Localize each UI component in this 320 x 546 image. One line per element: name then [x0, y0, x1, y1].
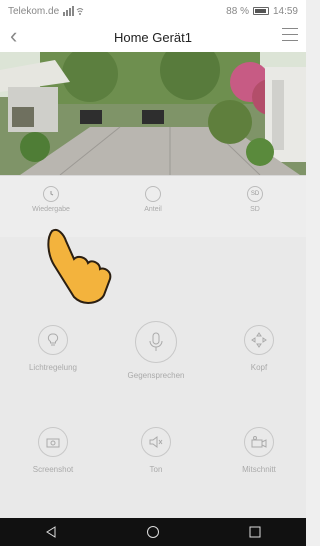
playback-clock-icon: [43, 186, 59, 202]
back-button[interactable]: ‹: [10, 25, 17, 47]
system-home-button[interactable]: [138, 522, 168, 542]
back-chevron-icon: ‹: [10, 23, 18, 48]
playback-label: Wiedergabe: [32, 206, 70, 213]
sound-button[interactable]: Ton: [106, 427, 206, 474]
sound-label: Ton: [149, 465, 163, 474]
system-navigation-bar: [0, 518, 306, 546]
camera-icon: [38, 427, 68, 457]
camera-live-view[interactable]: [0, 52, 306, 175]
record-button[interactable]: Mitschnitt: [209, 427, 309, 474]
menu-button[interactable]: [282, 28, 298, 42]
recents-square-icon: [249, 526, 261, 538]
system-recents-button[interactable]: [240, 522, 270, 542]
back-triangle-icon: [46, 526, 56, 538]
status-bar: Telekom.de 88 % 14:59: [0, 0, 306, 22]
share-icon: [145, 186, 161, 202]
video-record-icon: [244, 427, 274, 457]
battery-percent: 88 %: [226, 5, 249, 17]
light-control-label: Lichtregelung: [28, 363, 78, 372]
sd-label: SD: [250, 206, 260, 213]
talk-button[interactable]: Gegensprechen: [106, 321, 206, 380]
playback-button[interactable]: Wiedergabe: [0, 176, 102, 237]
direction-pad-icon: [244, 325, 274, 355]
battery-icon: [252, 7, 269, 15]
light-bulb-icon: [38, 325, 68, 355]
page-title: Home Gerät1: [113, 29, 193, 45]
title-bar: ‹ Home Gerät1: [0, 22, 306, 52]
home-circle-icon: [147, 526, 159, 538]
system-back-button[interactable]: [36, 522, 66, 542]
record-label: Mitschnitt: [242, 465, 276, 474]
share-label: Anteil: [144, 206, 162, 213]
carrier-name: Telekom.de: [8, 5, 60, 17]
quick-action-bar: Wiedergabe Anteil SD SD: [0, 175, 306, 237]
talk-label: Gegensprechen: [127, 371, 185, 380]
hamburger-menu-icon: [282, 28, 298, 29]
controls-panel: Lichtregelung Gegensprechen Kopf Screens…: [0, 237, 306, 518]
light-control-button[interactable]: Lichtregelung: [3, 325, 103, 372]
ptz-label: Kopf: [250, 363, 268, 372]
share-button[interactable]: Anteil: [102, 176, 204, 237]
speaker-muted-icon: [141, 427, 171, 457]
screenshot-button[interactable]: Screenshot: [3, 427, 103, 474]
camera-image: [0, 52, 306, 175]
microphone-icon: [135, 321, 177, 363]
screenshot-label: Screenshot: [32, 465, 74, 474]
signal-icon: [63, 6, 84, 16]
ptz-button[interactable]: Kopf: [209, 325, 309, 372]
sd-button[interactable]: SD SD: [204, 176, 306, 237]
sd-icon: SD: [247, 186, 263, 202]
status-time: 14:59: [272, 5, 298, 17]
